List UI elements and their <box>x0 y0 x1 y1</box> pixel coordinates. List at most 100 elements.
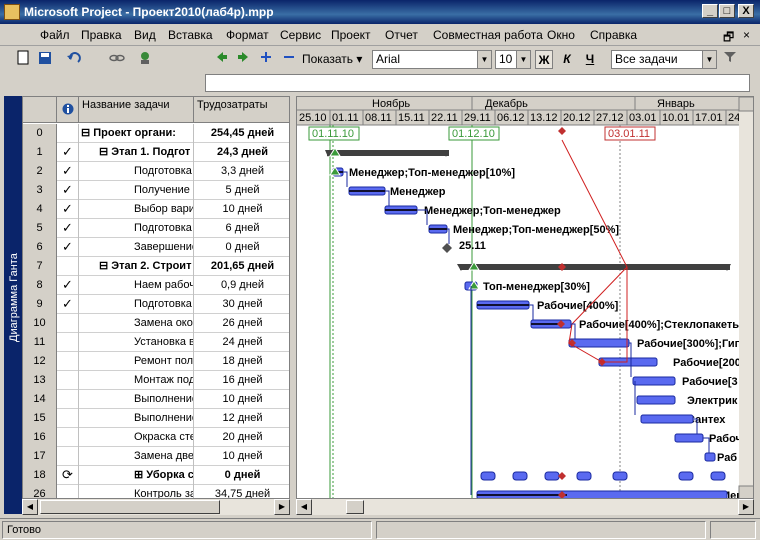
task-name-cell[interactable]: Выполнение <box>79 409 194 428</box>
minus-icon[interactable] <box>280 50 298 69</box>
row-id[interactable]: 17 <box>23 447 57 466</box>
task-work-cell[interactable]: 201,65 дней <box>194 257 289 276</box>
task-work-cell[interactable]: 10 дней <box>194 200 289 219</box>
row-id[interactable]: 5 <box>23 219 57 238</box>
table-row[interactable]: 9 ✓ Подготовка 30 дней <box>23 295 289 314</box>
plus-icon[interactable] <box>257 50 275 69</box>
bold-button[interactable]: Ж <box>535 50 553 69</box>
task-name-cell[interactable]: Завершение <box>79 238 194 257</box>
doc-close-icon[interactable]: × <box>743 28 750 42</box>
menu-report[interactable]: Отчет <box>385 28 418 42</box>
row-id[interactable]: 18 <box>23 466 57 485</box>
table-row[interactable]: 8 ✓ Наем рабоч 0,9 дней <box>23 276 289 295</box>
scroll-right-icon[interactable]: ▶ <box>738 499 754 515</box>
menu-help[interactable]: Справка <box>590 28 637 42</box>
task-work-cell[interactable]: 0 дней <box>194 238 289 257</box>
task-work-cell[interactable]: 5 дней <box>194 181 289 200</box>
task-name-cell[interactable]: ⊞ Уборка стр <box>79 466 194 485</box>
resource-icon[interactable] <box>136 50 154 69</box>
view-bar[interactable]: Диаграмма Ганта <box>4 96 22 514</box>
table-row[interactable]: 7 ⊟ Этап 2. Строит 201,65 дней <box>23 257 289 276</box>
row-id[interactable]: 11 <box>23 333 57 352</box>
info-icon[interactable] <box>57 97 79 123</box>
task-name-cell[interactable]: ⊟ Этап 2. Строит <box>79 257 194 276</box>
table-row[interactable]: 11 Установка в 24 дней <box>23 333 289 352</box>
table-row[interactable]: 18⟳⊞ Уборка стр0 дней <box>23 466 289 485</box>
row-id[interactable]: 9 <box>23 295 57 314</box>
task-name-cell[interactable]: Подготовка <box>79 162 194 181</box>
scroll-thumb[interactable] <box>346 500 364 514</box>
arrow-left-icon[interactable] <box>213 50 231 69</box>
entry-field[interactable] <box>205 74 750 92</box>
row-id[interactable]: 1 <box>23 143 57 162</box>
select-all-corner[interactable] <box>23 97 57 123</box>
scroll-left-icon[interactable]: ◀ <box>296 499 312 515</box>
task-name-cell[interactable]: Контроль за <box>79 485 194 498</box>
new-icon[interactable] <box>14 50 32 69</box>
table-row[interactable]: 12 Ремонт пол 18 дней <box>23 352 289 371</box>
table-scrollbar[interactable]: ◀ ▶ <box>22 499 290 515</box>
task-name-cell[interactable]: Подготовка <box>79 295 194 314</box>
task-work-cell[interactable]: 12 дней <box>194 409 289 428</box>
underline-button[interactable]: Ч <box>581 50 599 69</box>
task-work-cell[interactable]: 20 дней <box>194 428 289 447</box>
scroll-thumb[interactable] <box>40 500 220 514</box>
task-work-cell[interactable]: 0,9 дней <box>194 276 289 295</box>
row-id[interactable]: 4 <box>23 200 57 219</box>
task-work-cell[interactable]: 16 дней <box>194 371 289 390</box>
arrow-right-icon[interactable] <box>234 50 252 69</box>
italic-button[interactable]: К <box>558 50 576 69</box>
task-work-cell[interactable]: 34,75 дней <box>194 485 289 498</box>
task-work-cell[interactable]: 0 дней <box>194 466 289 485</box>
table-row[interactable]: 0 ⊟ Проект органи: 254,45 дней <box>23 124 289 143</box>
row-id[interactable]: 2 <box>23 162 57 181</box>
row-id[interactable]: 12 <box>23 352 57 371</box>
menu-insert[interactable]: Вставка <box>168 28 213 42</box>
table-row[interactable]: 26 Контроль за 34,75 дней <box>23 485 289 498</box>
table-row[interactable]: 2 ✓ Подготовка 3,3 дней <box>23 162 289 181</box>
task-work-cell[interactable]: 26 дней <box>194 314 289 333</box>
task-name-cell[interactable]: Замена две <box>79 447 194 466</box>
table-row[interactable]: 5 ✓ Подготовка 6 дней <box>23 219 289 238</box>
scroll-left-icon[interactable]: ◀ <box>22 499 38 515</box>
table-row[interactable]: 10 Замена око 26 дней <box>23 314 289 333</box>
row-id[interactable]: 3 <box>23 181 57 200</box>
row-id[interactable]: 0 <box>23 124 57 143</box>
table-row[interactable]: 6 ✓ Завершение 0 дней <box>23 238 289 257</box>
task-work-cell[interactable]: 10 дней <box>194 390 289 409</box>
row-id[interactable]: 26 <box>23 485 57 498</box>
menu-edit[interactable]: Правка <box>81 28 122 42</box>
task-name-cell[interactable]: Подготовка <box>79 219 194 238</box>
table-row[interactable]: 17 Замена две 10 дней <box>23 447 289 466</box>
row-id[interactable]: 15 <box>23 409 57 428</box>
gantt-scrollbar[interactable]: ◀ ▶ <box>296 499 754 515</box>
task-work-cell[interactable]: 18 дней <box>194 352 289 371</box>
table-row[interactable]: 15 Выполнение 12 дней <box>23 409 289 428</box>
menu-collaborate[interactable]: Совместная работа <box>433 28 543 42</box>
doc-restore-icon[interactable]: 🗗 <box>723 28 734 49</box>
task-work-cell[interactable]: 24,3 дней <box>194 143 289 162</box>
row-id[interactable]: 10 <box>23 314 57 333</box>
task-name-cell[interactable]: Монтаж под <box>79 371 194 390</box>
save-icon[interactable] <box>36 50 54 69</box>
menu-tools[interactable]: Сервис <box>280 28 321 42</box>
autofilter-icon[interactable] <box>721 50 739 69</box>
task-work-cell[interactable]: 3,3 дней <box>194 162 289 181</box>
table-row[interactable]: 4 ✓ Выбор вари 10 дней <box>23 200 289 219</box>
undo-icon[interactable] <box>66 50 84 69</box>
task-name-cell[interactable]: Наем рабоч <box>79 276 194 295</box>
menu-project[interactable]: Проект <box>331 28 371 42</box>
menu-view[interactable]: Вид <box>134 28 156 42</box>
task-name-cell[interactable]: ⊟ Этап 1. Подгот <box>79 143 194 162</box>
row-id[interactable]: 13 <box>23 371 57 390</box>
menu-window[interactable]: Окно <box>547 28 575 42</box>
column-work-header[interactable]: Трудозатраты <box>194 97 289 123</box>
scroll-right-icon[interactable]: ▶ <box>274 499 290 515</box>
menu-file[interactable]: Файл <box>40 28 70 42</box>
minimize-button[interactable]: _ <box>702 4 718 18</box>
column-name-header[interactable]: Название задачи <box>79 97 194 123</box>
task-name-cell[interactable]: Установка в <box>79 333 194 352</box>
row-id[interactable]: 14 <box>23 390 57 409</box>
task-name-cell[interactable]: Выполнение <box>79 390 194 409</box>
close-button[interactable]: X <box>738 4 754 18</box>
